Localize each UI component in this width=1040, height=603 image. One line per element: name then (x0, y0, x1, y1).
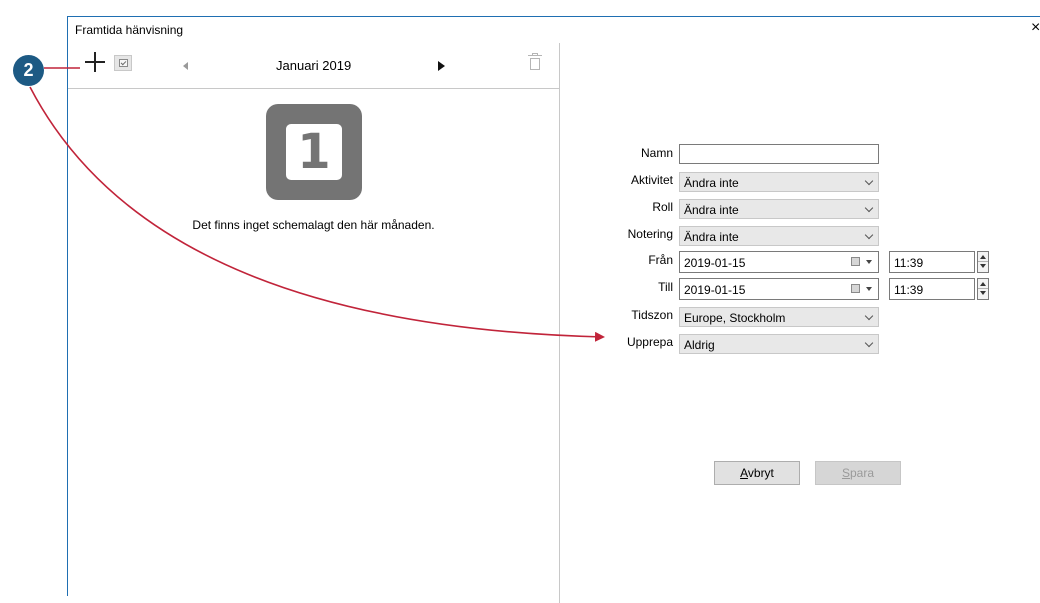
save-mnemonic: S (841, 466, 850, 480)
close-icon[interactable]: × (1031, 19, 1040, 37)
month-label: Januari 2019 (276, 58, 352, 73)
triangle-right-icon[interactable] (438, 61, 445, 71)
timezone-value: Europe, Stockholm (684, 311, 786, 325)
role-label: Roll (652, 200, 673, 214)
step-badge: 2 (13, 55, 44, 86)
schedule-form: Namn Aktivitet Ändra inte Roll Ändra int… (563, 143, 993, 403)
to-time-field[interactable]: 11:39 (889, 278, 975, 300)
note-select[interactable]: Ändra inte (679, 226, 879, 246)
to-date-field[interactable]: 2019-01-15 (679, 278, 879, 300)
calendar-picker-icon[interactable] (851, 257, 860, 266)
cancel-button[interactable]: Avbryt (714, 461, 800, 485)
from-time-value: 11:39 (894, 256, 924, 270)
calendar-icon: 1 (266, 104, 362, 200)
empty-schedule-message: Det finns inget schemalagt den här månad… (192, 218, 435, 232)
spin-up-icon[interactable] (980, 282, 986, 286)
chevron-down-icon (864, 176, 874, 186)
calendar-toolbar: Januari 2019 (68, 43, 559, 89)
triangle-left-icon[interactable] (183, 62, 188, 70)
save-label: para (849, 466, 875, 480)
dropdown-arrow-icon[interactable] (866, 287, 872, 291)
dialog-window: Framtida hänvisning × Januari 2019 1 Det… (67, 16, 1040, 603)
role-value: Ändra inte (684, 203, 739, 217)
cancel-mnemonic: A (740, 466, 748, 480)
from-label: Från (648, 253, 673, 267)
calendar-day-number: 1 (297, 124, 331, 180)
to-time-spinner[interactable] (977, 278, 989, 300)
cancel-label: vbryt (747, 466, 774, 480)
save-button[interactable]: Spara (815, 461, 901, 485)
from-time-field[interactable]: 11:39 (889, 251, 975, 273)
from-date-value: 2019-01-15 (684, 256, 746, 270)
dropdown-arrow-icon[interactable] (866, 260, 872, 264)
timezone-label: Tidszon (631, 308, 673, 322)
repeat-value: Aldrig (684, 338, 715, 352)
note-value: Ändra inte (684, 230, 739, 244)
timezone-select[interactable]: Europe, Stockholm (679, 307, 879, 327)
activity-select[interactable]: Ändra inte (679, 172, 879, 192)
from-time-spinner[interactable] (977, 251, 989, 273)
from-date-field[interactable]: 2019-01-15 (679, 251, 879, 273)
to-time-value: 11:39 (894, 283, 924, 297)
checkbox-icon[interactable] (114, 55, 132, 71)
chevron-down-icon (864, 203, 874, 213)
name-field[interactable] (679, 144, 879, 164)
chevron-down-icon (864, 230, 874, 240)
trash-icon[interactable] (528, 53, 542, 71)
spin-up-icon[interactable] (980, 255, 986, 259)
chevron-down-icon (864, 338, 874, 348)
panel-divider (559, 43, 560, 603)
spin-down-icon[interactable] (980, 291, 986, 295)
name-label: Namn (640, 146, 673, 160)
to-label: Till (658, 280, 673, 294)
note-label: Notering (627, 227, 673, 241)
role-select[interactable]: Ändra inte (679, 199, 879, 219)
title-bar: Framtida hänvisning × (68, 17, 1040, 43)
repeat-select[interactable]: Aldrig (679, 334, 879, 354)
repeat-label: Upprepa (626, 335, 673, 349)
plus-icon[interactable] (84, 51, 106, 73)
chevron-down-icon (864, 311, 874, 321)
spin-down-icon[interactable] (980, 264, 986, 268)
calendar-picker-icon[interactable] (851, 284, 860, 293)
activity-label: Aktivitet (630, 173, 673, 187)
to-date-value: 2019-01-15 (684, 283, 746, 297)
activity-value: Ändra inte (684, 176, 739, 190)
window-title: Framtida hänvisning (75, 23, 184, 37)
